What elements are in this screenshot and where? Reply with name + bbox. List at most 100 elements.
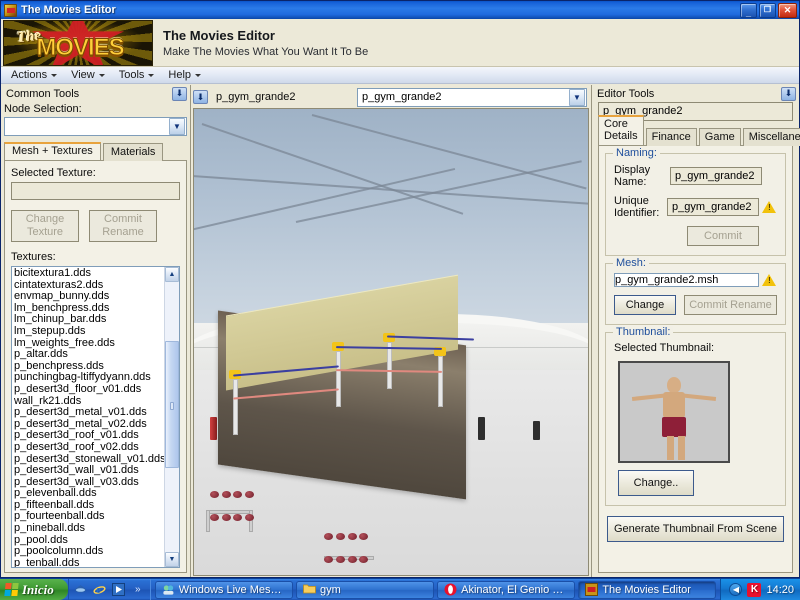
window-titlebar[interactable]: The Movies Editor _ ❐ ✕ (1, 1, 799, 19)
list-item[interactable]: p_desert3d_roof_v02.dds (14, 441, 164, 454)
node-selection-combo[interactable]: ▼ (4, 117, 187, 136)
tab-mesh-textures-label: Mesh + Textures (12, 145, 93, 157)
unique-identifier-row: Unique Identifier: p_gym_grande2 (614, 195, 777, 219)
editor-tools-header: Editor Tools ⬇ (592, 85, 799, 102)
scrollbar-track[interactable] (165, 282, 179, 552)
close-button[interactable]: ✕ (778, 2, 797, 18)
mesh-field[interactable]: p_gym_grande2.msh (614, 273, 759, 287)
chevron-down-icon (148, 73, 155, 77)
menu-view-label: View (71, 69, 95, 81)
list-item[interactable]: bicitextura1.dds (14, 267, 164, 280)
menu-tools[interactable]: Tools (113, 68, 161, 82)
chevron-down-icon (98, 73, 105, 77)
menu-actions[interactable]: Actions (5, 68, 63, 82)
tab-core-details[interactable]: Core Details (598, 115, 644, 145)
opera-icon (444, 583, 457, 596)
mesh-group: Mesh: p_gym_grande2.msh Change Commit Re… (605, 257, 786, 325)
taskbar-item-gym-label: gym (319, 583, 341, 596)
scroll-down-icon[interactable]: ▼ (165, 552, 179, 567)
kaspersky-icon[interactable] (747, 582, 762, 597)
menu-actions-label: Actions (11, 69, 48, 81)
list-item[interactable]: p_desert3d_wall_v01.dds (14, 464, 164, 477)
generate-thumbnail-label: Generate Thumbnail From Scene (613, 522, 778, 535)
thumbnail-change-label: Change.. (633, 476, 679, 489)
show-hidden-icons-icon[interactable]: ◀ (729, 583, 743, 596)
movies-app-icon (585, 583, 599, 596)
taskbar-clock[interactable]: 14:20 (766, 584, 794, 596)
unique-identifier-field[interactable]: p_gym_grande2 (667, 198, 759, 216)
tab-game[interactable]: Game (698, 128, 741, 146)
textures-list-items[interactable]: bicitextura1.dds cintatexturas2.dds envmap… (12, 267, 164, 567)
maximize-button[interactable]: ❐ (759, 2, 776, 18)
ring-post-mid (335, 351, 341, 408)
gym-3d-viewport[interactable] (193, 108, 589, 576)
naming-legend: Naming: (613, 147, 660, 159)
textures-list[interactable]: bicitextura1.dds cintatexturas2.dds envmap… (11, 266, 180, 568)
display-name-field[interactable]: p_gym_grande2 (670, 167, 762, 185)
minimize-button[interactable]: _ (740, 2, 757, 18)
scrollbar-thumb[interactable] (165, 341, 179, 469)
tab-finance-label: Finance (651, 131, 691, 143)
naming-group: Naming: Display Name: p_gym_grande2 Uniq… (605, 147, 786, 256)
selected-texture-field[interactable] (11, 182, 180, 200)
auto-hide-pin-icon[interactable]: ⬇ (193, 90, 208, 104)
system-tray: ◀ 14:20 (720, 579, 800, 600)
tab-materials[interactable]: Materials (102, 143, 164, 161)
common-tools-header: Common Tools ⬇ (1, 85, 190, 102)
commit-rename-texture-label: Commit Rename (102, 213, 144, 238)
media-player-icon[interactable] (112, 583, 126, 597)
tab-miscellaneous[interactable]: Miscellaneous (742, 128, 800, 146)
list-item[interactable]: p_tenball.dds (14, 557, 164, 567)
commit-rename-texture-button[interactable]: Commit Rename (89, 210, 157, 242)
menu-help[interactable]: Help (162, 68, 207, 82)
dumbbell-rack-1 (205, 509, 251, 514)
tab-finance[interactable]: Finance (645, 128, 697, 146)
commit-button[interactable]: Commit (687, 226, 759, 246)
app-subtitle: Make The Movies What You Want It To Be (163, 45, 369, 58)
scroll-up-icon[interactable]: ▲ (165, 267, 179, 282)
windows-taskbar: Inicio e » Windows Live Messen... gym Ak… (0, 578, 800, 600)
menubar: Actions View Tools Help (1, 67, 799, 84)
list-item[interactable]: lm_stepup.dds (14, 325, 164, 338)
main-window: The Movies Editor _ ❐ ✕ The MOVIES The M… (0, 0, 800, 578)
list-item[interactable]: p_desert3d_metal_v01.dds (14, 407, 164, 419)
chevron-down-icon[interactable]: ▼ (169, 118, 185, 135)
tab-mesh-textures[interactable]: Mesh + Textures (4, 142, 101, 160)
change-texture-button[interactable]: Change Texture (11, 210, 79, 242)
list-item[interactable]: p_nineball.dds (14, 522, 164, 535)
menu-view[interactable]: View (65, 68, 111, 82)
chevron-down-icon[interactable]: ▼ (569, 88, 585, 106)
taskbar-item-messenger[interactable]: Windows Live Messen... (154, 580, 293, 599)
taskbar-item-gym[interactable]: gym (295, 580, 435, 599)
thumbnail-change-button[interactable]: Change.. (618, 470, 694, 496)
list-item[interactable]: p_altar.dds (14, 349, 164, 361)
svg-text:e: e (96, 585, 101, 596)
start-button[interactable]: Inicio (0, 579, 68, 600)
taskbar-item-movies-editor[interactable]: The Movies Editor (578, 580, 717, 599)
mesh-textures-panel: Selected Texture: Change Texture Commit … (4, 160, 187, 573)
unique-identifier-label: Unique Identifier: (614, 195, 660, 219)
mesh-legend: Mesh: (613, 257, 649, 269)
common-tools-panel: Common Tools ⬇ Node Selection: ▼ Mesh + … (1, 85, 191, 577)
show-desktop-icon[interactable] (74, 583, 88, 597)
logo-movies-text: MOVIES (36, 33, 125, 61)
taskbar-item-akinator[interactable]: Akinator, El Genio de ... (437, 580, 576, 599)
treadmill-3 (532, 421, 540, 440)
list-item[interactable]: p_desert3d_floor_v01.dds (14, 383, 164, 396)
generate-thumbnail-button[interactable]: Generate Thumbnail From Scene (607, 516, 784, 542)
mesh-commit-rename-label: Commit Rename (689, 298, 772, 311)
auto-hide-pin-icon[interactable]: ⬇ (172, 86, 187, 101)
mesh-commit-rename-button[interactable]: Commit Rename (684, 295, 777, 315)
workspace: Common Tools ⬇ Node Selection: ▼ Mesh + … (1, 85, 800, 577)
viewport-object-combo[interactable]: p_gym_grande2 ▼ (357, 87, 587, 107)
auto-hide-pin-icon[interactable]: ⬇ (781, 86, 796, 101)
quick-launch-bar: e » (67, 579, 151, 600)
chevron-right-icon[interactable]: » (131, 583, 145, 597)
internet-explorer-icon[interactable]: e (93, 583, 107, 597)
menu-tools-label: Tools (118, 69, 145, 81)
dumbbell-2 (221, 491, 231, 499)
mesh-change-button[interactable]: Change (614, 295, 676, 315)
textures-scrollbar[interactable]: ▲ ▼ (164, 267, 179, 567)
dumbbell-9 (324, 533, 334, 541)
character-thumbnail[interactable] (618, 361, 730, 463)
